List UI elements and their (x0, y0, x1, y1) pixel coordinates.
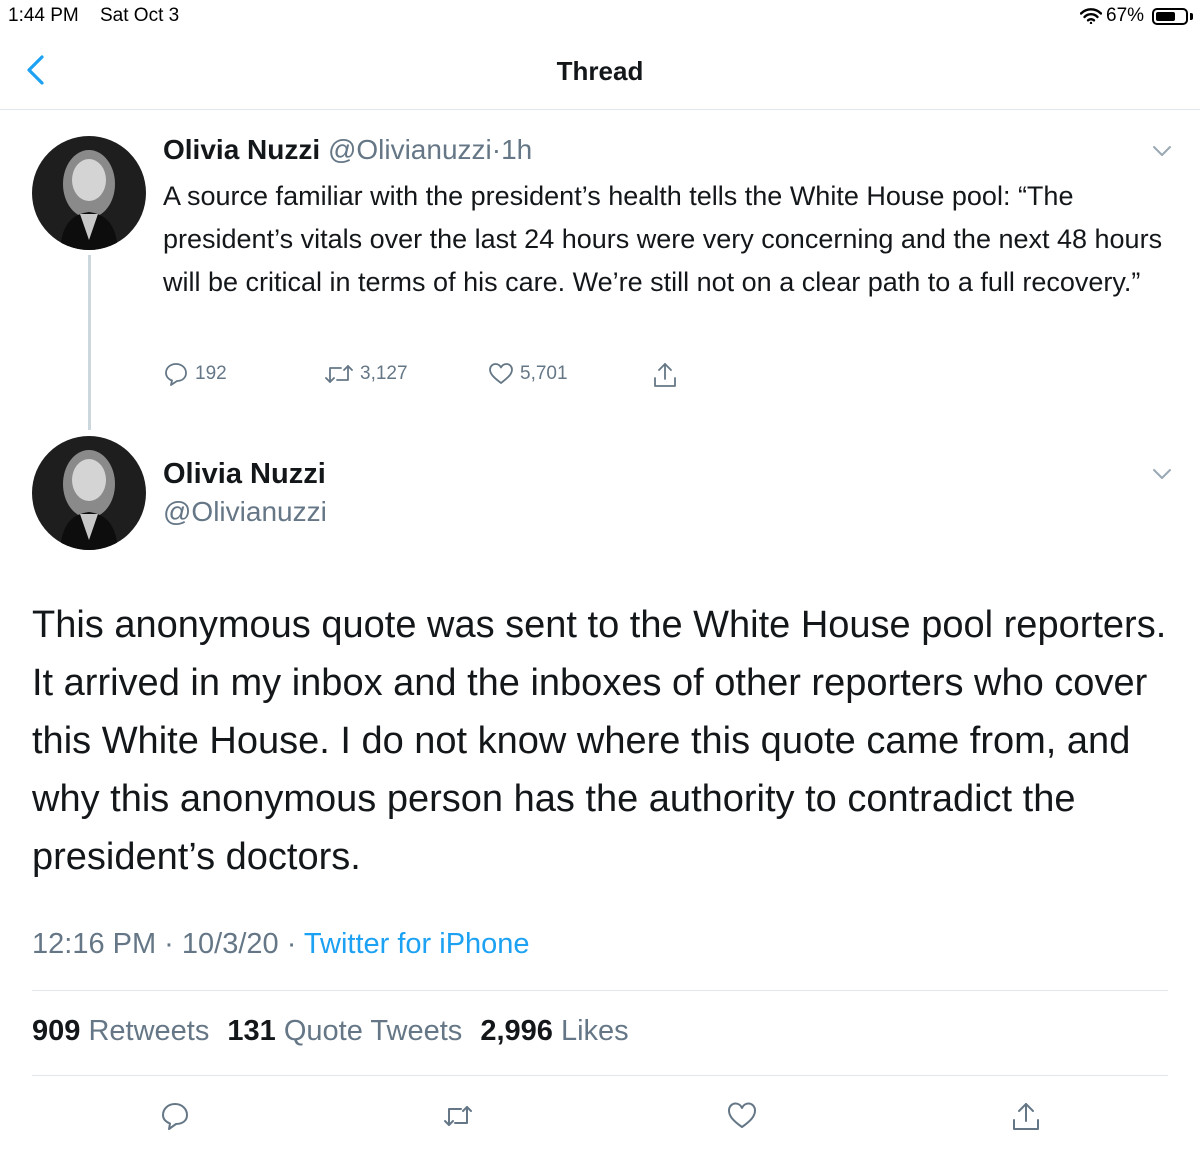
tweet-time: 1h (501, 134, 533, 165)
status-bar: 1:44 PM Sat Oct 3 67% (0, 0, 1200, 32)
tweet-header: Olivia Nuzzi @Olivianuzzi·1h (163, 134, 532, 166)
tweet-text: This anonymous quote was sent to the Whi… (32, 604, 1167, 878)
like-button[interactable]: 5,701 (488, 361, 568, 387)
reply-icon[interactable] (159, 1100, 191, 1132)
source-link[interactable]: Twitter for iPhone (304, 928, 530, 960)
reply-icon (165, 363, 187, 386)
profile-photo (32, 136, 146, 250)
battery-level (1156, 12, 1175, 21)
timestamp-text: 12:16 PM · 10/3/20 · (32, 928, 304, 960)
reply-count: 192 (195, 363, 227, 384)
share-icon (654, 363, 676, 387)
divider (32, 1075, 1168, 1076)
profile-photo (32, 436, 146, 550)
avatar[interactable] (32, 136, 146, 250)
tweet-timestamp: 12:16 PM · 10/3/20 · Twitter for iPhone (32, 928, 530, 961)
likes-count[interactable]: 2,996 (480, 1015, 553, 1047)
retweets-label[interactable]: Retweets (88, 1015, 209, 1047)
thread-connector-line (88, 255, 91, 430)
heart-icon (489, 363, 513, 384)
chevron-down-icon[interactable] (1152, 144, 1172, 158)
battery-icon (1152, 8, 1188, 25)
quote-tweets-label[interactable]: Quote Tweets (284, 1015, 462, 1047)
tweet-text: A source familiar with the president’s h… (163, 181, 1163, 297)
retweet-icon (325, 365, 353, 383)
retweet-count: 3,127 (360, 363, 408, 384)
status-time: 1:44 PM (8, 5, 79, 26)
chevron-down-icon[interactable] (1152, 467, 1172, 481)
status-date: Sat Oct 3 (100, 5, 180, 26)
retweet-button[interactable]: 3,127 (324, 361, 408, 387)
author-name[interactable]: Olivia Nuzzi (163, 134, 320, 165)
author-handle[interactable]: @Olivianuzzi (328, 134, 492, 165)
reply-button[interactable]: 192 (163, 361, 227, 387)
share-icon[interactable] (1010, 1100, 1042, 1132)
author-name[interactable]: Olivia Nuzzi (163, 458, 326, 491)
retweet-icon[interactable] (442, 1100, 474, 1132)
quote-tweets-count[interactable]: 131 (227, 1015, 275, 1047)
share-button[interactable] (652, 361, 678, 389)
battery-tip (1190, 13, 1193, 20)
retweets-count[interactable]: 909 (32, 1015, 80, 1047)
battery-percent: 67% (1106, 5, 1145, 26)
navigation-bar: Thread (0, 32, 1200, 110)
author-handle[interactable]: @Olivianuzzi (163, 496, 327, 528)
avatar[interactable] (32, 436, 146, 550)
page-title: Thread (556, 56, 644, 86)
engagement-stats: 909 Retweets 131 Quote Tweets 2,996 Like… (32, 1015, 639, 1048)
wifi-icon (1080, 8, 1102, 24)
divider (32, 990, 1168, 991)
likes-label[interactable]: Likes (561, 1015, 629, 1047)
like-count: 5,701 (520, 363, 568, 384)
separator-dot: · (491, 134, 502, 165)
heart-icon[interactable] (726, 1100, 758, 1132)
